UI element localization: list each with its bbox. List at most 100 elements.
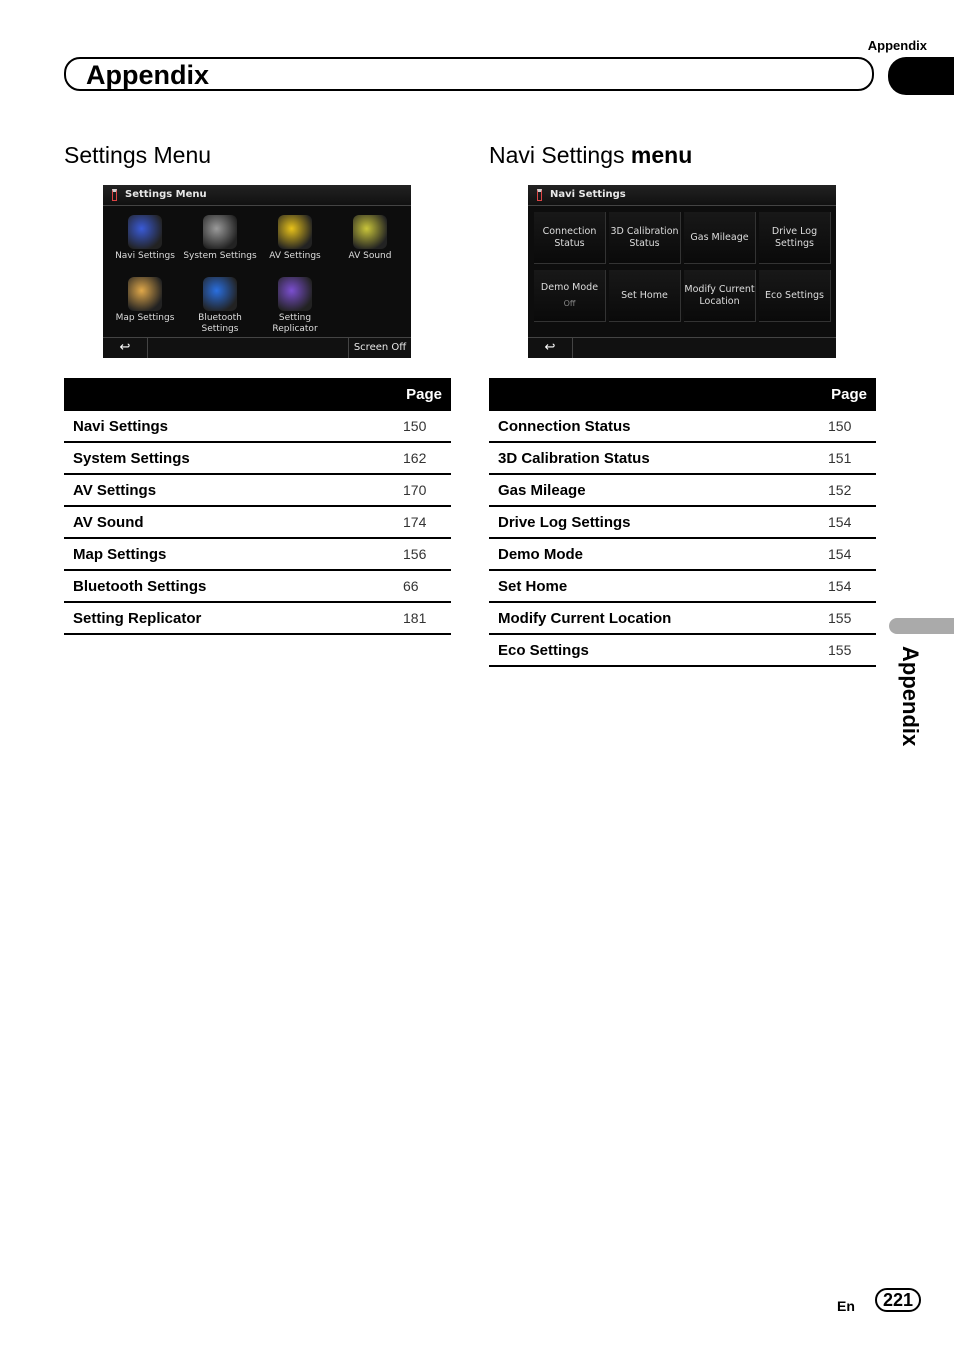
- menu-item-setting-replicator[interactable]: Setting Replicator: [258, 277, 332, 335]
- row-page: 155: [828, 634, 876, 667]
- language-code: En: [837, 1298, 855, 1314]
- button-label: 3D Calibration Status: [610, 225, 679, 249]
- side-tab: [889, 618, 954, 634]
- page-column-header: Page: [64, 378, 451, 411]
- back-button[interactable]: ↩: [528, 338, 573, 358]
- row-page: 181: [403, 602, 451, 635]
- row-page: 150: [403, 411, 451, 443]
- row-label: Eco Settings: [489, 634, 828, 667]
- row-label: Drive Log Settings: [489, 506, 828, 539]
- tools-icon: [537, 189, 542, 201]
- settings-menu-heading: Settings Menu: [64, 142, 212, 168]
- navi-button-3d-calibration-status[interactable]: 3D Calibration Status: [609, 212, 681, 264]
- menu-item-label: AV Settings: [269, 251, 321, 261]
- menu-item-label: Map Settings: [115, 313, 175, 323]
- navi-button-gas-mileage[interactable]: Gas Mileage: [684, 212, 756, 264]
- table-row: System Settings 162: [64, 442, 451, 475]
- table-row: 3D Calibration Status 151: [489, 442, 876, 475]
- row-page: 162: [403, 442, 451, 475]
- menu-item-system-settings[interactable]: System Settings: [183, 215, 257, 262]
- table-row: Demo Mode 154: [489, 538, 876, 571]
- row-page: 154: [828, 538, 876, 571]
- row-label: Bluetooth Settings: [64, 570, 403, 603]
- row-label: 3D Calibration Status: [489, 442, 828, 475]
- side-tab-label: Appendix: [898, 646, 923, 747]
- navi-button-eco-settings[interactable]: Eco Settings: [759, 270, 831, 322]
- navi-button-drive-log-settings[interactable]: Drive Log Settings: [759, 212, 831, 264]
- row-page: 151: [828, 442, 876, 475]
- row-page: 66: [403, 570, 451, 603]
- navi-button-connection-status[interactable]: Connection Status: [534, 212, 606, 264]
- table-row: Bluetooth Settings 66: [64, 570, 451, 603]
- navi-settings-screenshot: Navi Settings Connection Status 3D Calibr…: [528, 185, 836, 358]
- button-label: Eco Settings: [764, 289, 825, 301]
- screen-footer: ↩ Screen Off: [103, 337, 411, 358]
- menu-item-label: Setting Replicator: [272, 313, 318, 334]
- running-head: Appendix: [867, 38, 927, 53]
- map-icon: [128, 277, 162, 311]
- chapter-title-bar: Appendix: [64, 57, 874, 91]
- row-page: 152: [828, 474, 876, 507]
- table-row: AV Settings 170: [64, 474, 451, 507]
- row-page: 150: [828, 411, 876, 443]
- row-page: 155: [828, 602, 876, 635]
- row-label: Map Settings: [64, 538, 403, 571]
- row-page: 156: [403, 538, 451, 571]
- screen-header: Navi Settings: [528, 185, 836, 206]
- row-label: AV Settings: [64, 474, 403, 507]
- table-row: Drive Log Settings 154: [489, 506, 876, 539]
- navi-button-set-home[interactable]: Set Home: [609, 270, 681, 322]
- heading-part: Navi Settings: [489, 142, 631, 168]
- button-label: Connection Status: [542, 225, 597, 249]
- menu-item-label: System Settings: [183, 251, 257, 261]
- table-row: Map Settings 156: [64, 538, 451, 571]
- row-label: Demo Mode: [489, 538, 828, 571]
- screen-title: Navi Settings: [550, 189, 626, 200]
- button-label: Gas Mileage: [690, 231, 749, 243]
- checkered-flag-icon: [128, 215, 162, 249]
- navi-button-demo-mode[interactable]: Demo Mode Off: [534, 270, 606, 322]
- menu-item-bluetooth-settings[interactable]: Bluetooth Settings: [183, 277, 257, 335]
- table-row: Navi Settings 150: [64, 411, 451, 443]
- menu-item-map-settings[interactable]: Map Settings: [108, 277, 182, 324]
- screen-header: Settings Menu: [103, 185, 411, 206]
- row-label: Connection Status: [489, 411, 828, 443]
- table-row: Gas Mileage 152: [489, 474, 876, 507]
- button-label: Demo Mode: [540, 281, 599, 293]
- row-label: Navi Settings: [64, 411, 403, 443]
- speaker-icon: [353, 215, 387, 249]
- menu-item-label: Bluetooth Settings: [198, 313, 242, 334]
- navi-button-modify-current-location[interactable]: Modify Current Location: [684, 270, 756, 322]
- row-page: 174: [403, 506, 451, 539]
- menu-item-av-sound[interactable]: AV Sound: [333, 215, 407, 262]
- menu-item-label: AV Sound: [348, 251, 392, 261]
- bluetooth-icon: [203, 277, 237, 311]
- back-button[interactable]: ↩: [103, 338, 148, 358]
- settings-menu-screenshot: Settings Menu Navi Settings System Settin…: [103, 185, 411, 358]
- screen-footer: ↩: [528, 337, 836, 358]
- replicator-icon: [278, 277, 312, 311]
- page-number: 221: [875, 1288, 921, 1312]
- row-label: AV Sound: [64, 506, 403, 539]
- menu-item-navi-settings[interactable]: Navi Settings: [108, 215, 182, 262]
- row-page: 154: [828, 506, 876, 539]
- music-note-icon: [278, 215, 312, 249]
- table-row: Modify Current Location 155: [489, 602, 876, 635]
- table-row: Set Home 154: [489, 570, 876, 603]
- row-label: Gas Mileage: [489, 474, 828, 507]
- table-row: Eco Settings 155: [489, 634, 876, 667]
- table-row: Connection Status 150: [489, 411, 876, 443]
- navi-settings-heading: Navi Settings menu: [489, 142, 692, 169]
- chapter-tab: [888, 57, 954, 95]
- settings-menu-table: Page Navi Settings 150 System Settings 162 AV…: [64, 378, 451, 635]
- row-label: System Settings: [64, 442, 403, 475]
- button-label: Modify Current Location: [684, 283, 755, 307]
- row-page: 170: [403, 474, 451, 507]
- button-label: Drive Log Settings: [771, 225, 818, 249]
- menu-item-av-settings[interactable]: AV Settings: [258, 215, 332, 262]
- button-label: Set Home: [621, 289, 668, 301]
- row-label: Set Home: [489, 570, 828, 603]
- row-page: 154: [828, 570, 876, 603]
- tools-icon: [112, 189, 117, 201]
- screen-off-button[interactable]: Screen Off: [348, 338, 411, 358]
